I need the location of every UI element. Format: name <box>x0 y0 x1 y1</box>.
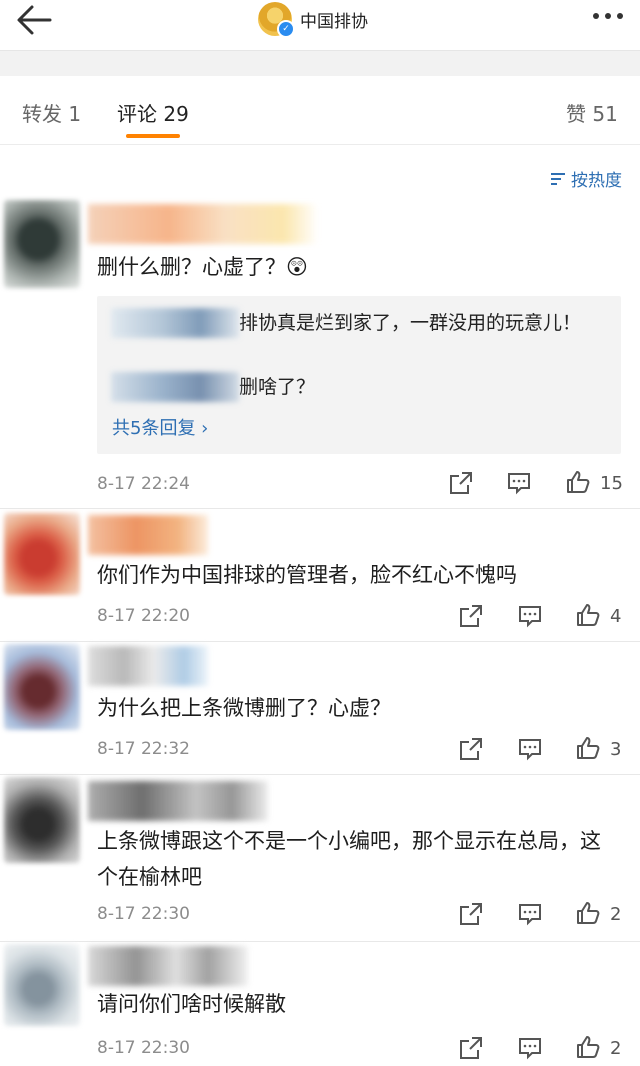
reply-preview[interactable]: 排协真是烂到家了，一群没用的玩意儿！ 删啥了？ 共5条回复 › <box>97 296 621 454</box>
like-count: 4 <box>610 606 622 627</box>
comment-item: 为什么把上条微博删了？心虚？ 8-17 22:32 3 <box>0 642 640 774</box>
sort-label: 按热度 <box>571 171 622 191</box>
reply-author-blurred[interactable] <box>111 372 239 402</box>
share-icon[interactable] <box>458 901 484 927</box>
comment-icon[interactable] <box>517 736 543 762</box>
share-icon[interactable] <box>458 736 484 762</box>
like-icon[interactable] <box>575 735 601 761</box>
like-icon[interactable] <box>575 900 601 926</box>
account-name[interactable]: 中国排协 <box>300 7 368 32</box>
comment-item: 上条微博跟这个不是一个小编吧，那个显示在总局，这个在榆林吧 8-17 22:30… <box>0 775 640 941</box>
comment-time: 8-17 22:20 <box>97 606 190 626</box>
avatar[interactable] <box>4 644 80 730</box>
verified-badge-icon: ✓ <box>277 20 295 38</box>
comment-item: 你们作为中国排球的管理者，脸不红心不愧吗 8-17 22:20 4 <box>0 509 640 641</box>
like-icon[interactable] <box>575 602 601 628</box>
comment-item: 删什么删？心虚了？😲 排协真是烂到家了，一群没用的玩意儿！ 删啥了？ 共5条回复… <box>0 196 640 508</box>
active-tab-indicator <box>126 134 180 138</box>
comment-time: 8-17 22:30 <box>97 1038 190 1058</box>
tab-likes[interactable]: 赞 51 <box>566 98 618 127</box>
more-replies-link[interactable]: 共5条回复 › <box>112 414 208 440</box>
comment-text: 请问你们啥时候解散 <box>97 992 286 1016</box>
tab-bar: 转发 1 评论 29 赞 51 <box>0 76 640 145</box>
avatar[interactable] <box>4 200 80 288</box>
username-blurred[interactable] <box>88 781 268 821</box>
comment-icon[interactable] <box>517 901 543 927</box>
reply-author-blurred[interactable] <box>111 308 239 338</box>
like-icon[interactable] <box>565 469 591 495</box>
avatar[interactable] <box>4 777 80 863</box>
like-icon[interactable] <box>575 1034 601 1060</box>
tab-reposts[interactable]: 转发 1 <box>22 98 81 127</box>
comment-icon[interactable] <box>506 470 532 496</box>
sort-by-hot-button[interactable]: 按热度 <box>549 166 622 191</box>
share-icon[interactable] <box>458 1035 484 1061</box>
comment-text: 为什么把上条微博删了？心虚？ <box>97 696 391 720</box>
like-count: 2 <box>610 904 622 925</box>
account-header[interactable]: ✓ 中国排协 <box>258 0 368 38</box>
username-blurred[interactable] <box>88 646 208 686</box>
avatar[interactable] <box>4 513 80 595</box>
comment-icon[interactable] <box>517 1035 543 1061</box>
share-icon[interactable] <box>448 470 474 496</box>
account-avatar[interactable]: ✓ <box>258 2 295 38</box>
comment-item: 请问你们啥时候解散 8-17 22:30 2 <box>0 942 640 1066</box>
like-count: 2 <box>610 1038 622 1059</box>
share-icon[interactable] <box>458 603 484 629</box>
comment-text: 上条微博跟这个不是一个小编吧，那个显示在总局，这个在榆林吧 <box>97 829 601 889</box>
reply-item[interactable]: 排协真是烂到家了，一群没用的玩意儿！ <box>111 308 611 338</box>
top-bar: ✓ 中国排协 <box>0 0 640 50</box>
tab-comments[interactable]: 评论 29 <box>117 98 189 127</box>
comment-time: 8-17 22:24 <box>97 474 190 494</box>
back-arrow-icon[interactable] <box>14 2 54 38</box>
username-blurred[interactable] <box>88 204 318 244</box>
comment-icon[interactable] <box>517 603 543 629</box>
like-count: 15 <box>600 473 623 494</box>
comment-text: 删什么删？心虚了？😲 <box>97 255 308 279</box>
reply-item[interactable]: 删啥了？ <box>111 372 611 402</box>
more-dots-icon[interactable] <box>590 6 626 26</box>
comment-time: 8-17 22:32 <box>97 739 190 759</box>
post-preview-strip <box>0 50 640 77</box>
username-blurred[interactable] <box>88 946 248 986</box>
username-blurred[interactable] <box>88 515 208 555</box>
sort-icon <box>551 172 565 185</box>
comment-text: 你们作为中国排球的管理者，脸不红心不愧吗 <box>97 563 517 587</box>
surprised-emoji-icon: 😲 <box>286 255 308 279</box>
like-count: 3 <box>610 739 622 760</box>
comment-time: 8-17 22:30 <box>97 904 190 924</box>
avatar[interactable] <box>4 944 80 1026</box>
